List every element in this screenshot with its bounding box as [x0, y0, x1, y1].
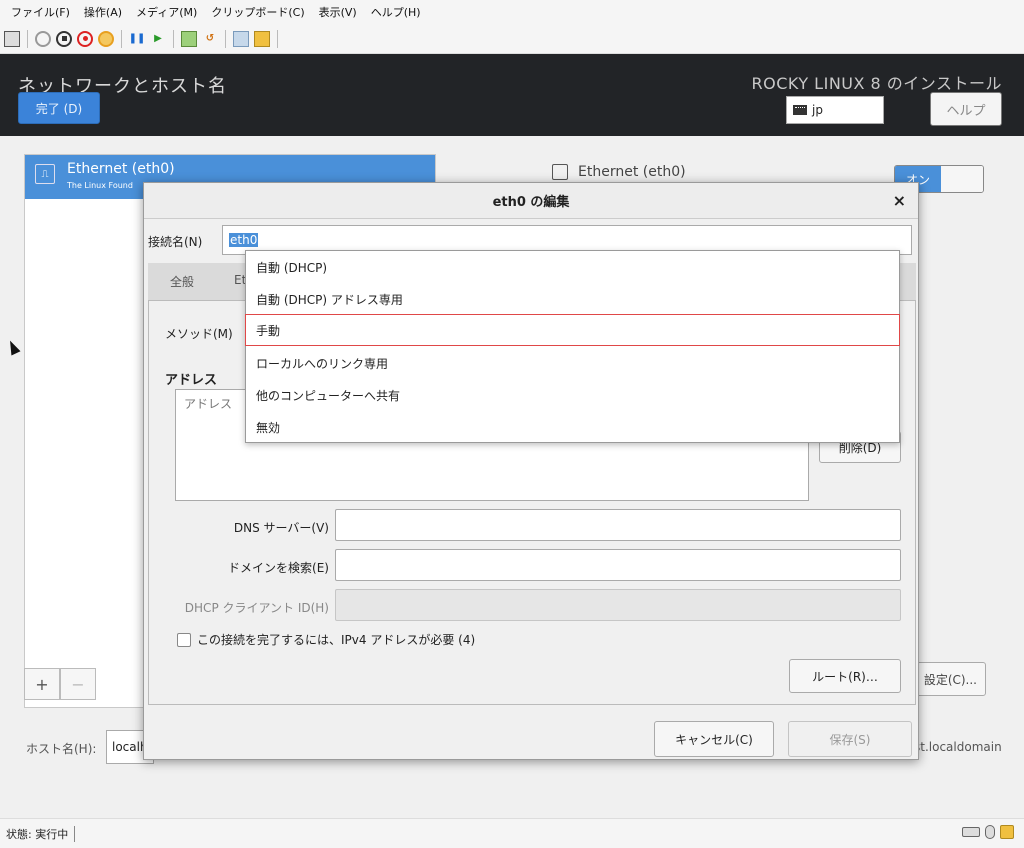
installer-title: ROCKY LINUX 8 のインストール: [751, 74, 1002, 93]
require-ipv4-checkbox[interactable]: [177, 632, 191, 647]
host-menubar: ファイル(F) 操作(A) メディア(M) クリップボード(C) 表示(V) ヘ…: [0, 0, 1024, 24]
method-option-manual[interactable]: 手動: [245, 314, 900, 346]
toggle-off-area: [941, 166, 983, 192]
dns-input[interactable]: [335, 509, 901, 541]
device-list-controls: + −: [24, 668, 114, 700]
enhanced-session-icon[interactable]: [254, 30, 270, 47]
dhcp-client-id-input[interactable]: [335, 589, 901, 621]
dialog-title: eth0 の編集: [144, 183, 918, 219]
device-name: Ethernet (eth0): [67, 161, 175, 177]
vm-status: 状態: 実行中: [6, 825, 76, 842]
cancel-button[interactable]: キャンセル(C): [654, 721, 774, 757]
save-button[interactable]: 保存(S): [788, 721, 912, 757]
method-label: メソッド(M): [165, 327, 233, 341]
toolbar-separator: [225, 29, 226, 48]
status-icons: [962, 825, 1014, 839]
device-vendor: The Linux Found: [67, 181, 133, 190]
help-button[interactable]: ヘルプ: [930, 92, 1002, 126]
toolbar-separator: [173, 29, 174, 48]
add-device-button[interactable]: +: [24, 668, 60, 700]
reset-icon[interactable]: [181, 30, 197, 47]
toolbar-separator: [27, 29, 28, 48]
host-toolbar: ❚❚ ▶ ↺: [0, 24, 1024, 54]
toolbar-separator: [277, 29, 278, 48]
connection-name-value: eth0: [229, 233, 259, 247]
hostname-label: ホスト名(H):: [26, 742, 97, 756]
tab-general[interactable]: 全般: [170, 273, 194, 290]
address-column-header: アドレス: [184, 397, 233, 411]
mouse-icon: [985, 825, 995, 839]
keyboard-layout-label: jp: [812, 103, 823, 117]
done-button[interactable]: 完了 (D): [18, 92, 100, 124]
keyboard-icon: [962, 827, 980, 837]
close-icon[interactable]: ×: [893, 191, 906, 210]
menu-help[interactable]: ヘルプ(H): [364, 4, 428, 20]
resume-icon[interactable]: ▶: [150, 31, 166, 47]
address-heading: アドレス: [165, 373, 218, 388]
dhcp-client-id-label: DHCP クライアント ID(H): [184, 601, 329, 615]
ethernet-icon: [552, 164, 568, 180]
lock-icon: [1000, 825, 1014, 839]
menu-media[interactable]: メディア(M): [129, 4, 204, 20]
current-hostname: st.localdomain: [914, 740, 1002, 754]
pause-icon[interactable]: ❚❚: [129, 31, 146, 47]
checkpoint-icon[interactable]: [233, 30, 249, 47]
toolbar-separator: [121, 29, 122, 48]
configure-button[interactable]: 設定(C)...: [914, 662, 986, 696]
installer-header: ネットワークとホスト名 完了 (D) ROCKY LINUX 8 のインストール…: [0, 54, 1024, 136]
require-ipv4-row[interactable]: この接続を完了するには、IPv4 アドレスが必要 (4): [177, 631, 475, 648]
method-option-disabled[interactable]: 無効: [246, 411, 899, 443]
menu-file[interactable]: ファイル(F): [4, 4, 77, 20]
keyboard-icon: [793, 105, 807, 115]
method-option-shared[interactable]: 他のコンピューターへ共有: [246, 379, 899, 411]
host-statusbar: 状態: 実行中: [0, 818, 1024, 848]
menu-clipboard[interactable]: クリップボード(C): [204, 4, 311, 20]
method-option-dhcp[interactable]: 自動 (DHCP): [246, 251, 899, 283]
method-dropdown-menu: 自動 (DHCP) 自動 (DHCP) アドレス専用 手動 ローカルへのリンク専…: [245, 250, 900, 443]
save-state-icon[interactable]: [98, 30, 114, 47]
search-domains-input[interactable]: [335, 549, 901, 581]
method-option-link-local[interactable]: ローカルへのリンク専用: [246, 347, 899, 379]
connection-name-label: 接続名(N): [148, 235, 203, 249]
device-detail-header: Ethernet (eth0): [552, 164, 686, 180]
remove-device-button[interactable]: −: [60, 668, 96, 700]
search-domains-label: ドメインを検索(E): [228, 561, 329, 575]
device-detail-name: Ethernet (eth0): [578, 164, 686, 180]
menu-action[interactable]: 操作(A): [77, 4, 129, 20]
require-ipv4-label: この接続を完了するには、IPv4 アドレスが必要 (4): [197, 633, 476, 647]
keyboard-layout-indicator[interactable]: jp: [786, 96, 884, 124]
method-option-dhcp-address-only[interactable]: 自動 (DHCP) アドレス専用: [246, 283, 899, 315]
start-icon[interactable]: [35, 30, 51, 47]
dns-label: DNS サーバー(V): [233, 521, 329, 535]
revert-icon[interactable]: ↺: [202, 31, 218, 47]
ethernet-icon: ⎍: [35, 164, 55, 184]
shutdown-icon[interactable]: [77, 30, 93, 47]
turn-off-icon[interactable]: [56, 30, 72, 47]
menu-view[interactable]: 表示(V): [312, 4, 364, 20]
ctrl-alt-del-icon[interactable]: [4, 30, 20, 47]
routes-button[interactable]: ルート(R)…: [789, 659, 901, 693]
